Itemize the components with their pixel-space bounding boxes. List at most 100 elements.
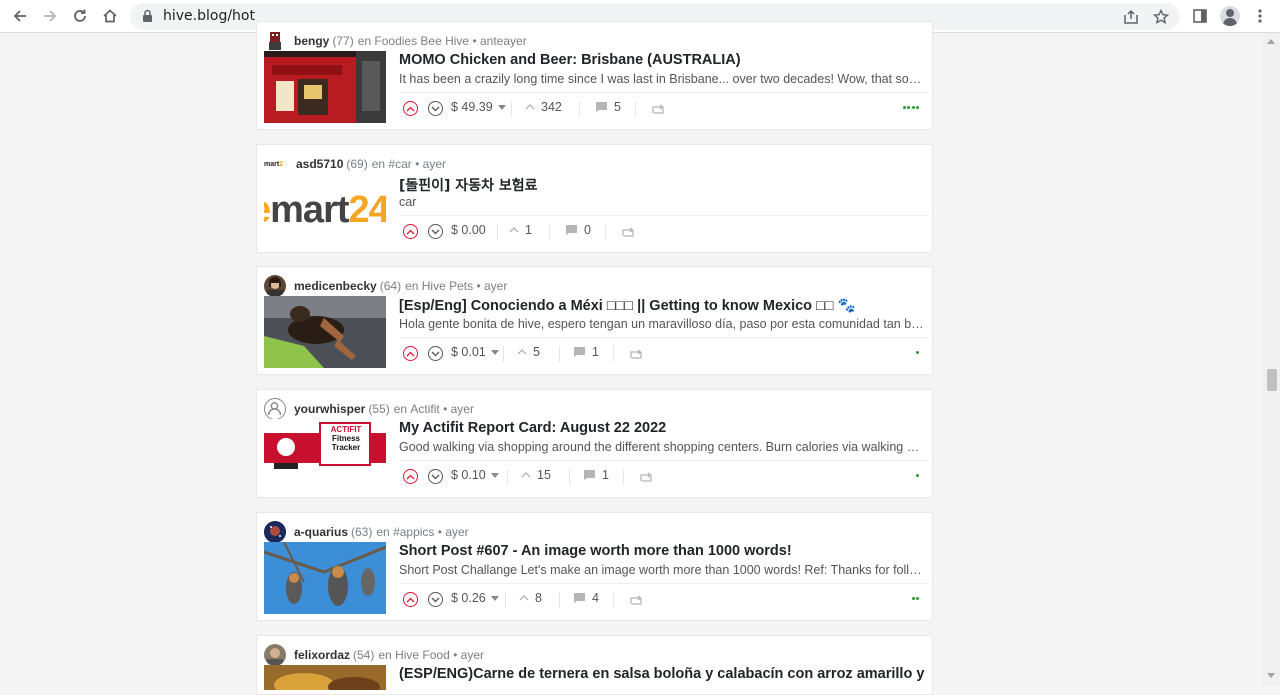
downvote-button[interactable] [428,592,443,607]
author-avatar[interactable] [264,275,286,297]
chevron-up-icon [521,472,531,478]
payout-dropdown[interactable]: $ 0.26 [451,591,499,605]
share-icon[interactable] [1120,6,1142,28]
post-thumbnail[interactable] [264,296,386,368]
comment-icon [584,470,595,480]
post-summary[interactable]: Hola gente bonita de hive, espero tengan… [399,317,924,331]
post-thumbnail[interactable] [264,51,386,123]
upvote-button[interactable] [403,346,418,361]
post-title[interactable]: [돌핀이] 자동차 보험료 [399,175,929,195]
community-link[interactable]: Actifit [410,402,439,416]
post-title[interactable]: [Esp/Eng] Conociendo a Méxi □□□ || Getti… [399,297,929,314]
reblog-icon[interactable] [651,102,665,120]
post-title[interactable]: My Actifit Report Card: August 22 2022 [399,420,929,436]
author-avatar[interactable] [264,521,286,543]
post-summary[interactable]: car [399,195,924,209]
author-avatar[interactable] [264,398,286,420]
votes-count[interactable]: 5 [517,345,540,359]
post-time: anteayer [479,34,527,48]
comments-count[interactable]: 1 [583,468,609,482]
community-link[interactable]: #appics [393,525,434,539]
author-name[interactable]: yourwhisper [294,402,365,416]
author-name[interactable]: medicenbecky [294,279,377,293]
author-reputation: (77) [332,34,354,48]
reblog-icon[interactable] [629,347,643,365]
author-name[interactable]: felixordaz [294,648,350,662]
scrollbar-thumb[interactable] [1267,369,1277,391]
reblog-icon[interactable] [621,225,635,243]
post-thumbnail[interactable]: ACTIFIT Fitness Tracker [264,419,386,491]
kebab-menu-icon[interactable] [1248,4,1272,28]
payout-value[interactable]: $ 0.00 [451,223,486,237]
payout-dropdown[interactable]: $ 0.10 [451,468,499,482]
star-icon[interactable] [1150,6,1172,28]
comment-icon [574,593,585,603]
author-avatar[interactable]: mart 2 [264,153,288,175]
caret-down-icon [490,472,499,478]
comments-count[interactable]: 5 [595,100,621,114]
chevron-up-icon [517,349,527,355]
community-link[interactable]: #car [388,157,411,171]
payout-dropdown[interactable]: $ 0.01 [451,345,499,359]
votes-count[interactable]: 15 [521,468,551,482]
downvote-button[interactable] [428,101,443,116]
comments-count[interactable]: 0 [565,223,591,237]
downvote-button[interactable] [428,346,443,361]
beneficiary-dots [901,106,919,109]
side-panel-icon[interactable] [1188,4,1212,28]
post-actions: $ 0.26 8 4 [399,583,929,616]
reblog-icon[interactable] [629,593,643,611]
author-name[interactable]: asd5710 [296,157,343,171]
forward-arrow-icon[interactable] [37,3,63,29]
profile-icon[interactable] [1218,4,1242,28]
comments-count[interactable]: 4 [573,591,599,605]
post-thumbnail[interactable] [264,542,386,614]
post-time: ayer [450,402,474,416]
community-link[interactable]: Foodies Bee Hive [374,34,469,48]
author-avatar[interactable] [264,30,286,52]
reload-icon[interactable] [67,3,93,29]
home-icon[interactable] [97,3,123,29]
downvote-button[interactable] [428,224,443,239]
caret-down-icon [490,349,499,355]
post-thumbnail[interactable]: emart24 [264,174,386,246]
comments-count[interactable]: 1 [573,345,599,359]
comment-icon [574,347,585,357]
scroll-up-arrow-icon[interactable] [1267,39,1275,44]
comment-icon [596,102,607,112]
votes-count[interactable]: 1 [509,223,532,237]
upvote-button[interactable] [403,101,418,116]
post-title[interactable]: (ESP/ENG)Carne de ternera en salsa boloñ… [399,666,929,682]
upvote-button[interactable] [403,592,418,607]
post-summary[interactable]: Short Post Challange Let's make an image… [399,563,924,577]
post-title[interactable]: MOMO Chicken and Beer: Brisbane (AUSTRAL… [399,52,929,68]
upvote-button[interactable] [403,224,418,239]
post-summary[interactable]: It has been a crazily long time since I … [399,72,924,86]
payout-value: $ 49.39 [451,100,493,114]
back-arrow-icon[interactable] [7,3,33,29]
reblog-icon[interactable] [639,470,653,488]
url-text: hive.blog/hot [163,8,255,24]
chevron-up-icon [519,595,529,601]
author-avatar[interactable] [264,644,286,666]
author-name[interactable]: bengy [294,34,329,48]
votes-count[interactable]: 8 [519,591,542,605]
chevron-up-icon [509,227,519,233]
scroll-down-arrow-icon[interactable] [1267,673,1275,678]
payout-value: $ 0.10 [451,468,486,482]
post-summary[interactable]: Good walking via shopping around the dif… [399,440,924,454]
upvote-button[interactable] [403,469,418,484]
votes-count[interactable]: 342 [525,100,562,114]
page-scrollbar[interactable] [1263,33,1280,685]
post-thumbnail[interactable] [264,665,386,690]
post-meta: felixordaz (54) en Hive Food • ayer [264,643,484,667]
post-title[interactable]: Short Post #607 - An image worth more th… [399,543,929,559]
downvote-button[interactable] [428,469,443,484]
community-prefix: en [371,157,386,171]
payout-dropdown[interactable]: $ 49.39 [451,100,506,114]
community-link[interactable]: Hive Food [395,648,450,662]
post-actions: $ 0.10 15 1 [399,460,929,493]
author-name[interactable]: a-quarius [294,525,348,539]
community-link[interactable]: Hive Pets [422,279,473,293]
lock-icon [142,9,153,28]
